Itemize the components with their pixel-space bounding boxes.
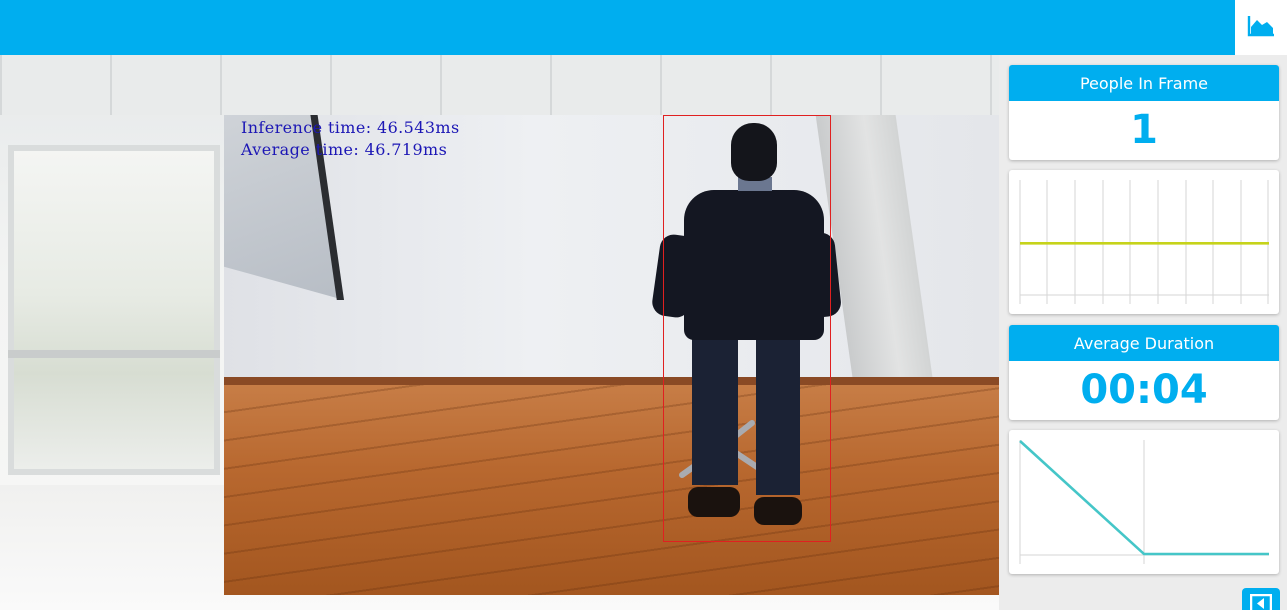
duration-chart (1019, 440, 1269, 564)
average-time-label: Average time: 46.719ms (241, 140, 448, 159)
people-in-frame-panel: People In Frame 1 (1009, 65, 1279, 160)
people-in-frame-title: People In Frame (1009, 65, 1279, 101)
collapse-button[interactable] (1242, 588, 1280, 610)
duration-chart-panel (1009, 430, 1279, 574)
video-frame: Inference time: 46.543ms Average time: 4… (224, 115, 999, 595)
people-chart-panel (1009, 170, 1279, 314)
people-in-frame-value: 1 (1130, 107, 1158, 153)
background-window (8, 145, 220, 475)
detection-bounding-box (663, 115, 831, 542)
collapse-arrow-icon (1249, 593, 1273, 610)
average-duration-title: Average Duration (1009, 325, 1279, 361)
average-duration-panel: Average Duration 00:04 (1009, 325, 1279, 420)
people-chart (1019, 180, 1269, 304)
stats-toggle-button[interactable] (1235, 0, 1287, 55)
ceiling-panels (0, 55, 999, 115)
duration-chart-grid (1019, 440, 1269, 564)
area-chart-icon (1247, 15, 1275, 41)
average-duration-value: 00:04 (1080, 367, 1208, 413)
window-railing (8, 350, 220, 358)
wooden-floor (224, 385, 999, 595)
inference-time-label: Inference time: 46.543ms (241, 118, 460, 137)
top-bar (0, 0, 1235, 55)
